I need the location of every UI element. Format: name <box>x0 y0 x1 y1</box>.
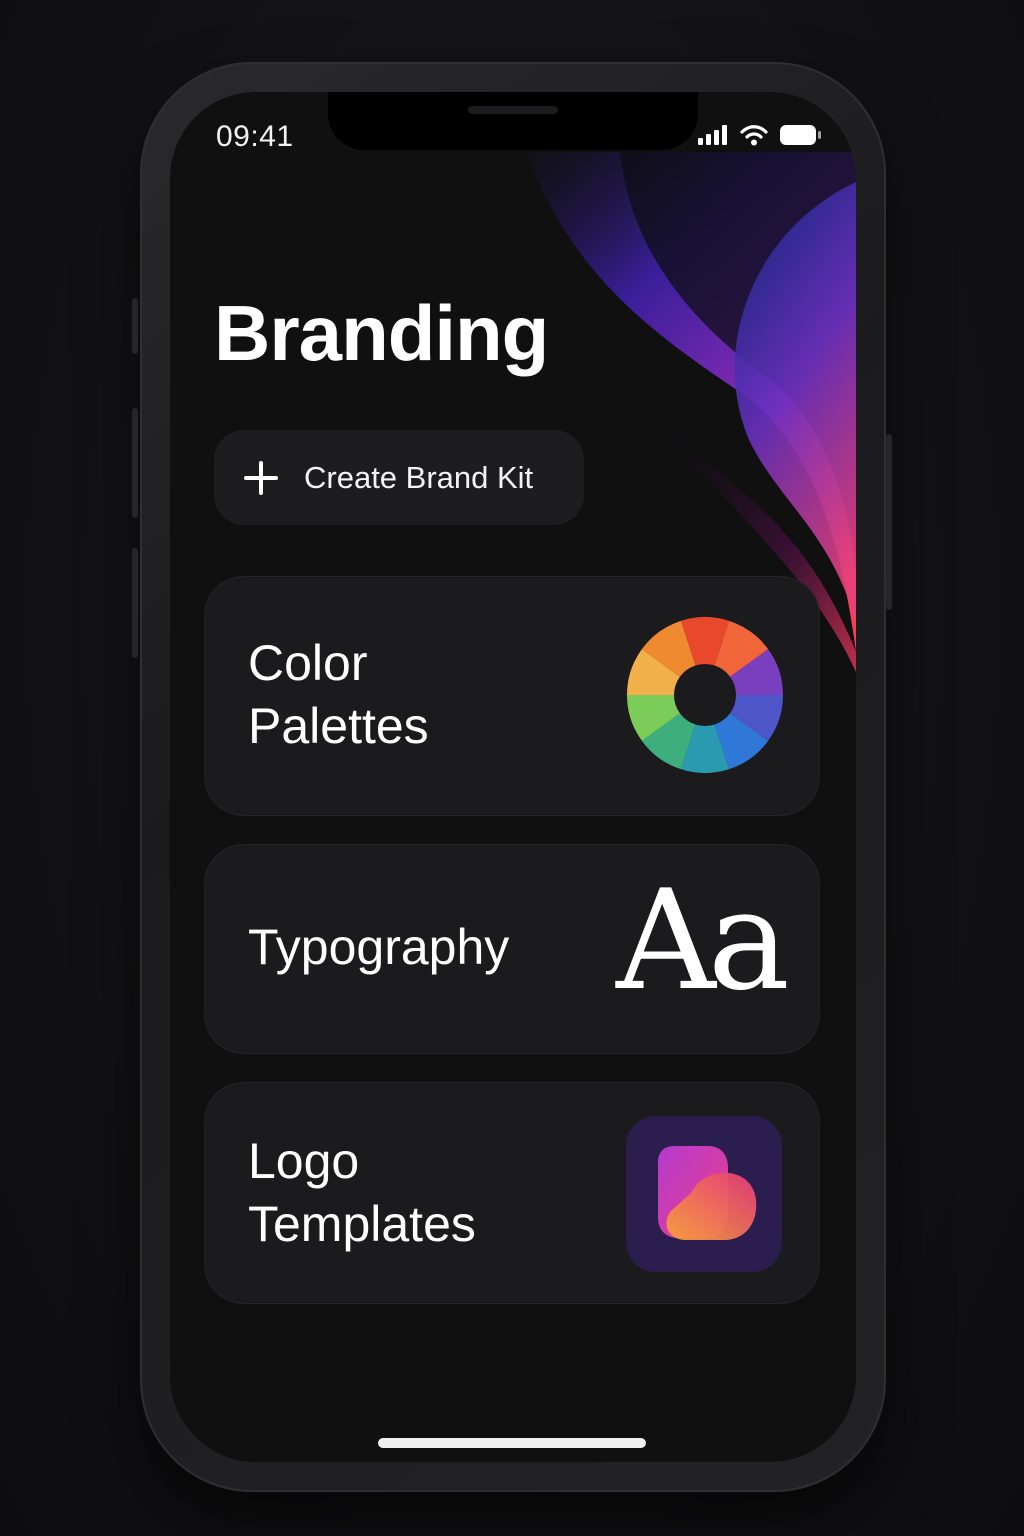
notch <box>328 92 698 150</box>
status-time: 09:41 <box>216 120 294 153</box>
create-brand-kit-button[interactable]: Create Brand Kit <box>214 430 584 525</box>
logo-templates-card[interactable]: Logo Templates <box>204 1082 820 1304</box>
battery-icon <box>780 125 821 145</box>
card-title-line: Logo <box>248 1133 360 1189</box>
font-glyph-icon: Aa <box>616 860 790 1021</box>
app-stage: 09:41 Branding Create Brand Kit Color Pa… <box>0 0 1024 1536</box>
page-title: Branding <box>214 289 549 377</box>
color-palettes-title: Color Palettes <box>248 632 429 758</box>
card-title-line: Templates <box>248 1196 476 1252</box>
plus-icon <box>244 460 278 495</box>
logo-templates-title: Logo Templates <box>248 1130 476 1256</box>
card-title-line: Palettes <box>248 698 429 754</box>
color-palettes-card[interactable]: Color Palettes <box>204 576 820 816</box>
power-button <box>886 434 892 610</box>
volume-down-button <box>132 548 138 658</box>
logo-template-icon <box>626 1116 782 1272</box>
mute-switch <box>132 298 138 354</box>
home-indicator[interactable] <box>378 1438 646 1448</box>
signal-bars-icon <box>698 125 727 145</box>
typography-title: Typography <box>248 916 509 979</box>
phone-screen: 09:41 Branding Create Brand Kit Color Pa… <box>170 92 856 1462</box>
card-title-line: Color <box>248 635 368 691</box>
typography-card[interactable]: Typography Aa <box>204 844 820 1054</box>
volume-up-button <box>132 408 138 518</box>
create-brand-kit-label: Create Brand Kit <box>304 459 534 495</box>
status-icons <box>698 124 822 146</box>
wifi-icon <box>740 125 768 146</box>
logo-mark-icon <box>658 1146 757 1240</box>
color-wheel-icon <box>627 617 783 773</box>
earpiece-speaker <box>468 106 558 114</box>
card-title-line: Typography <box>248 919 510 975</box>
